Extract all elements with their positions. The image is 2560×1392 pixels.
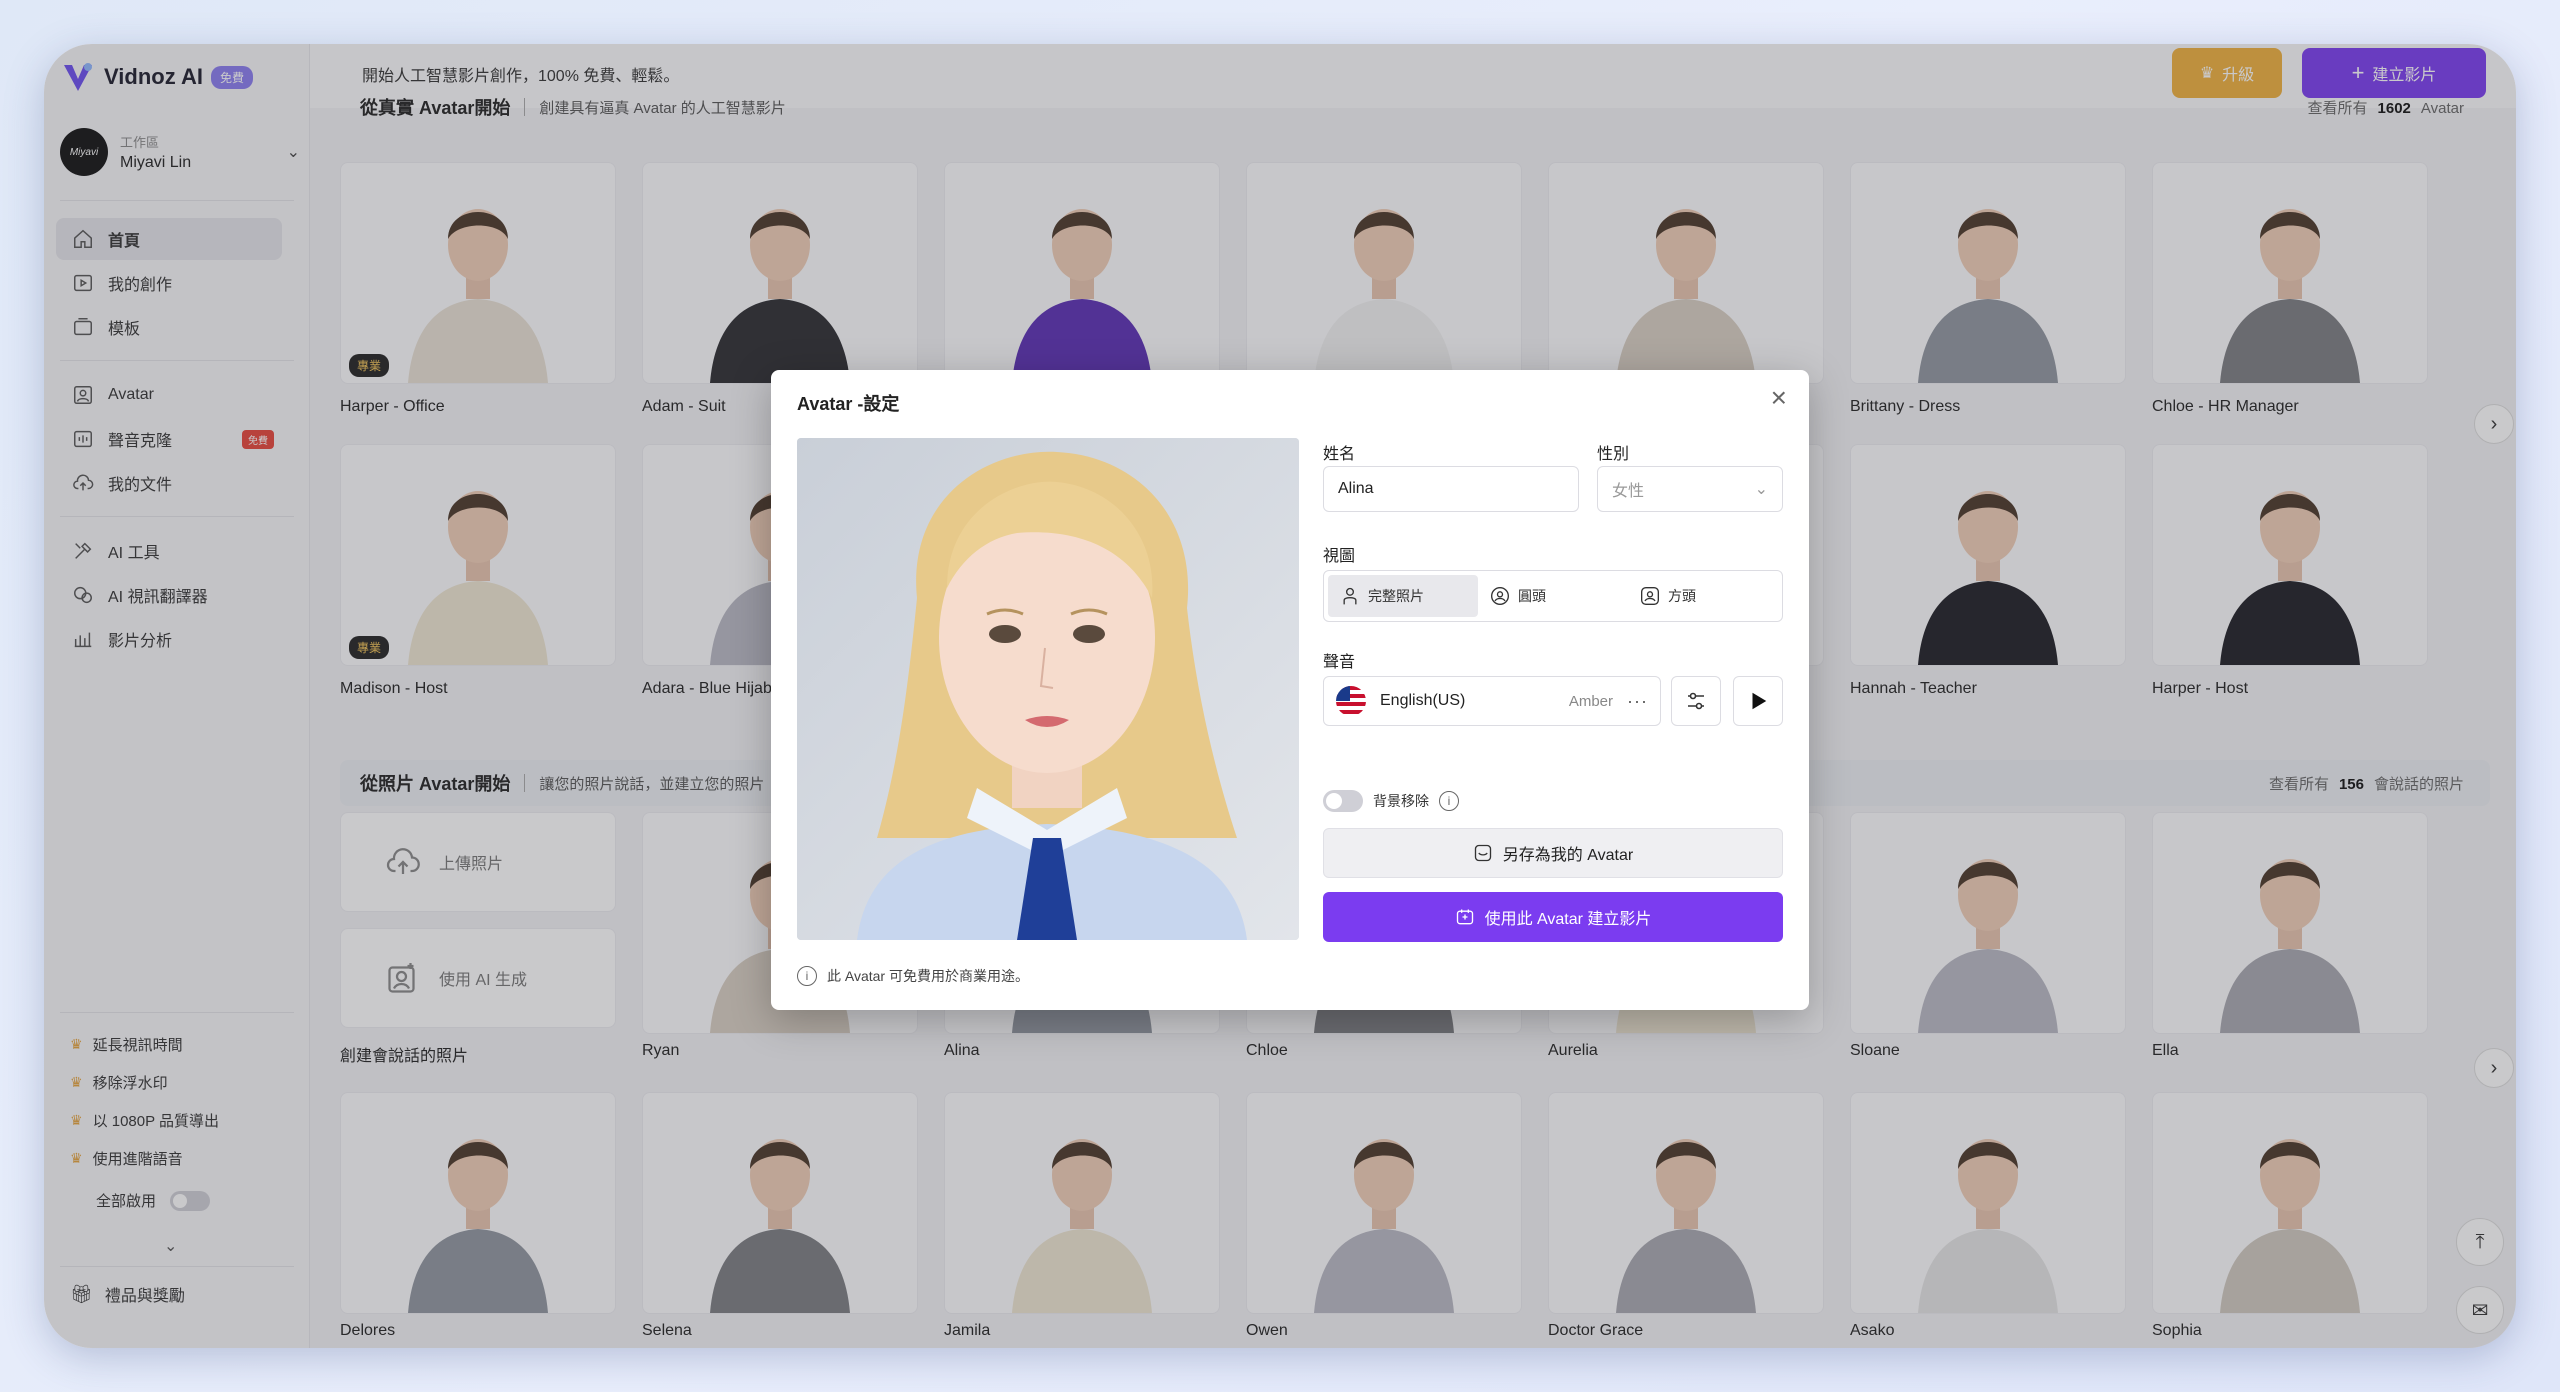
more-icon[interactable]: ··· <box>1627 691 1648 712</box>
sliders-icon <box>1688 692 1704 710</box>
view-selector: 完整照片 圓頭 方頭 <box>1323 570 1783 622</box>
view-label-text: 方頭 <box>1668 588 1696 604</box>
commercial-use-note: i 此 Avatar 可免費用於商業用途。 <box>797 966 1029 986</box>
voice-label: 聲音 <box>1323 654 1356 671</box>
modal-title: Avatar -設定 <box>797 394 900 414</box>
background-removal-row: 背景移除 i <box>1323 790 1459 812</box>
gender-label: 性別 <box>1597 446 1630 463</box>
view-round-head[interactable]: 圓頭 <box>1478 575 1628 617</box>
save-icon <box>1474 844 1491 862</box>
close-icon[interactable]: × <box>1771 384 1787 412</box>
person-circle-icon <box>1491 587 1509 605</box>
view-label-text: 圓頭 <box>1518 588 1546 604</box>
save-button-label: 另存為我的 Avatar <box>1502 847 1634 864</box>
view-square-head[interactable]: 方頭 <box>1628 575 1778 617</box>
play-icon <box>1752 692 1767 710</box>
app-window: Vidnoz AI 免費 Miyavi 工作區 Miyavi Lin ⌄ 首頁 … <box>44 44 2516 1348</box>
name-input[interactable]: Alina <box>1323 466 1579 512</box>
background-removal-label: 背景移除 <box>1373 793 1429 809</box>
name-label: 姓名 <box>1323 446 1356 463</box>
gender-select[interactable]: 女性 ⌄ <box>1597 466 1783 512</box>
voice-language: English(US) <box>1380 692 1466 709</box>
chevron-down-icon: ⌄ <box>1754 481 1768 498</box>
create-video-with-avatar-button[interactable]: 使用此 Avatar 建立影片 <box>1323 892 1783 942</box>
person-full-icon <box>1343 587 1357 605</box>
person-square-icon <box>1641 587 1659 605</box>
background-removal-toggle[interactable] <box>1323 790 1363 812</box>
video-create-icon <box>1456 909 1473 925</box>
view-full-photo[interactable]: 完整照片 <box>1328 575 1478 617</box>
avatar-preview-image <box>797 438 1299 940</box>
voice-settings-button[interactable] <box>1671 676 1721 726</box>
voice-select[interactable]: English(US) Amber ··· <box>1323 676 1661 726</box>
use-button-label: 使用此 Avatar 建立影片 <box>1484 911 1652 928</box>
gender-value: 女性 <box>1612 483 1645 500</box>
info-icon[interactable]: i <box>1439 791 1459 811</box>
play-voice-button[interactable] <box>1733 676 1783 726</box>
info-icon: i <box>797 966 817 986</box>
save-as-my-avatar-button[interactable]: 另存為我的 Avatar <box>1323 828 1783 878</box>
name-value: Alina <box>1338 480 1374 497</box>
note-text: 此 Avatar 可免費用於商業用途。 <box>827 968 1029 984</box>
avatar-settings-modal: Avatar -設定 × i 此 Avatar 可免費用於商業用途。 姓名 Al… <box>771 370 1809 1010</box>
us-flag-icon <box>1336 686 1366 716</box>
avatar-portrait <box>797 438 1299 940</box>
view-label: 視圖 <box>1323 548 1356 565</box>
view-label-text: 完整照片 <box>1368 588 1424 604</box>
voice-name: Amber <box>1568 692 1614 710</box>
